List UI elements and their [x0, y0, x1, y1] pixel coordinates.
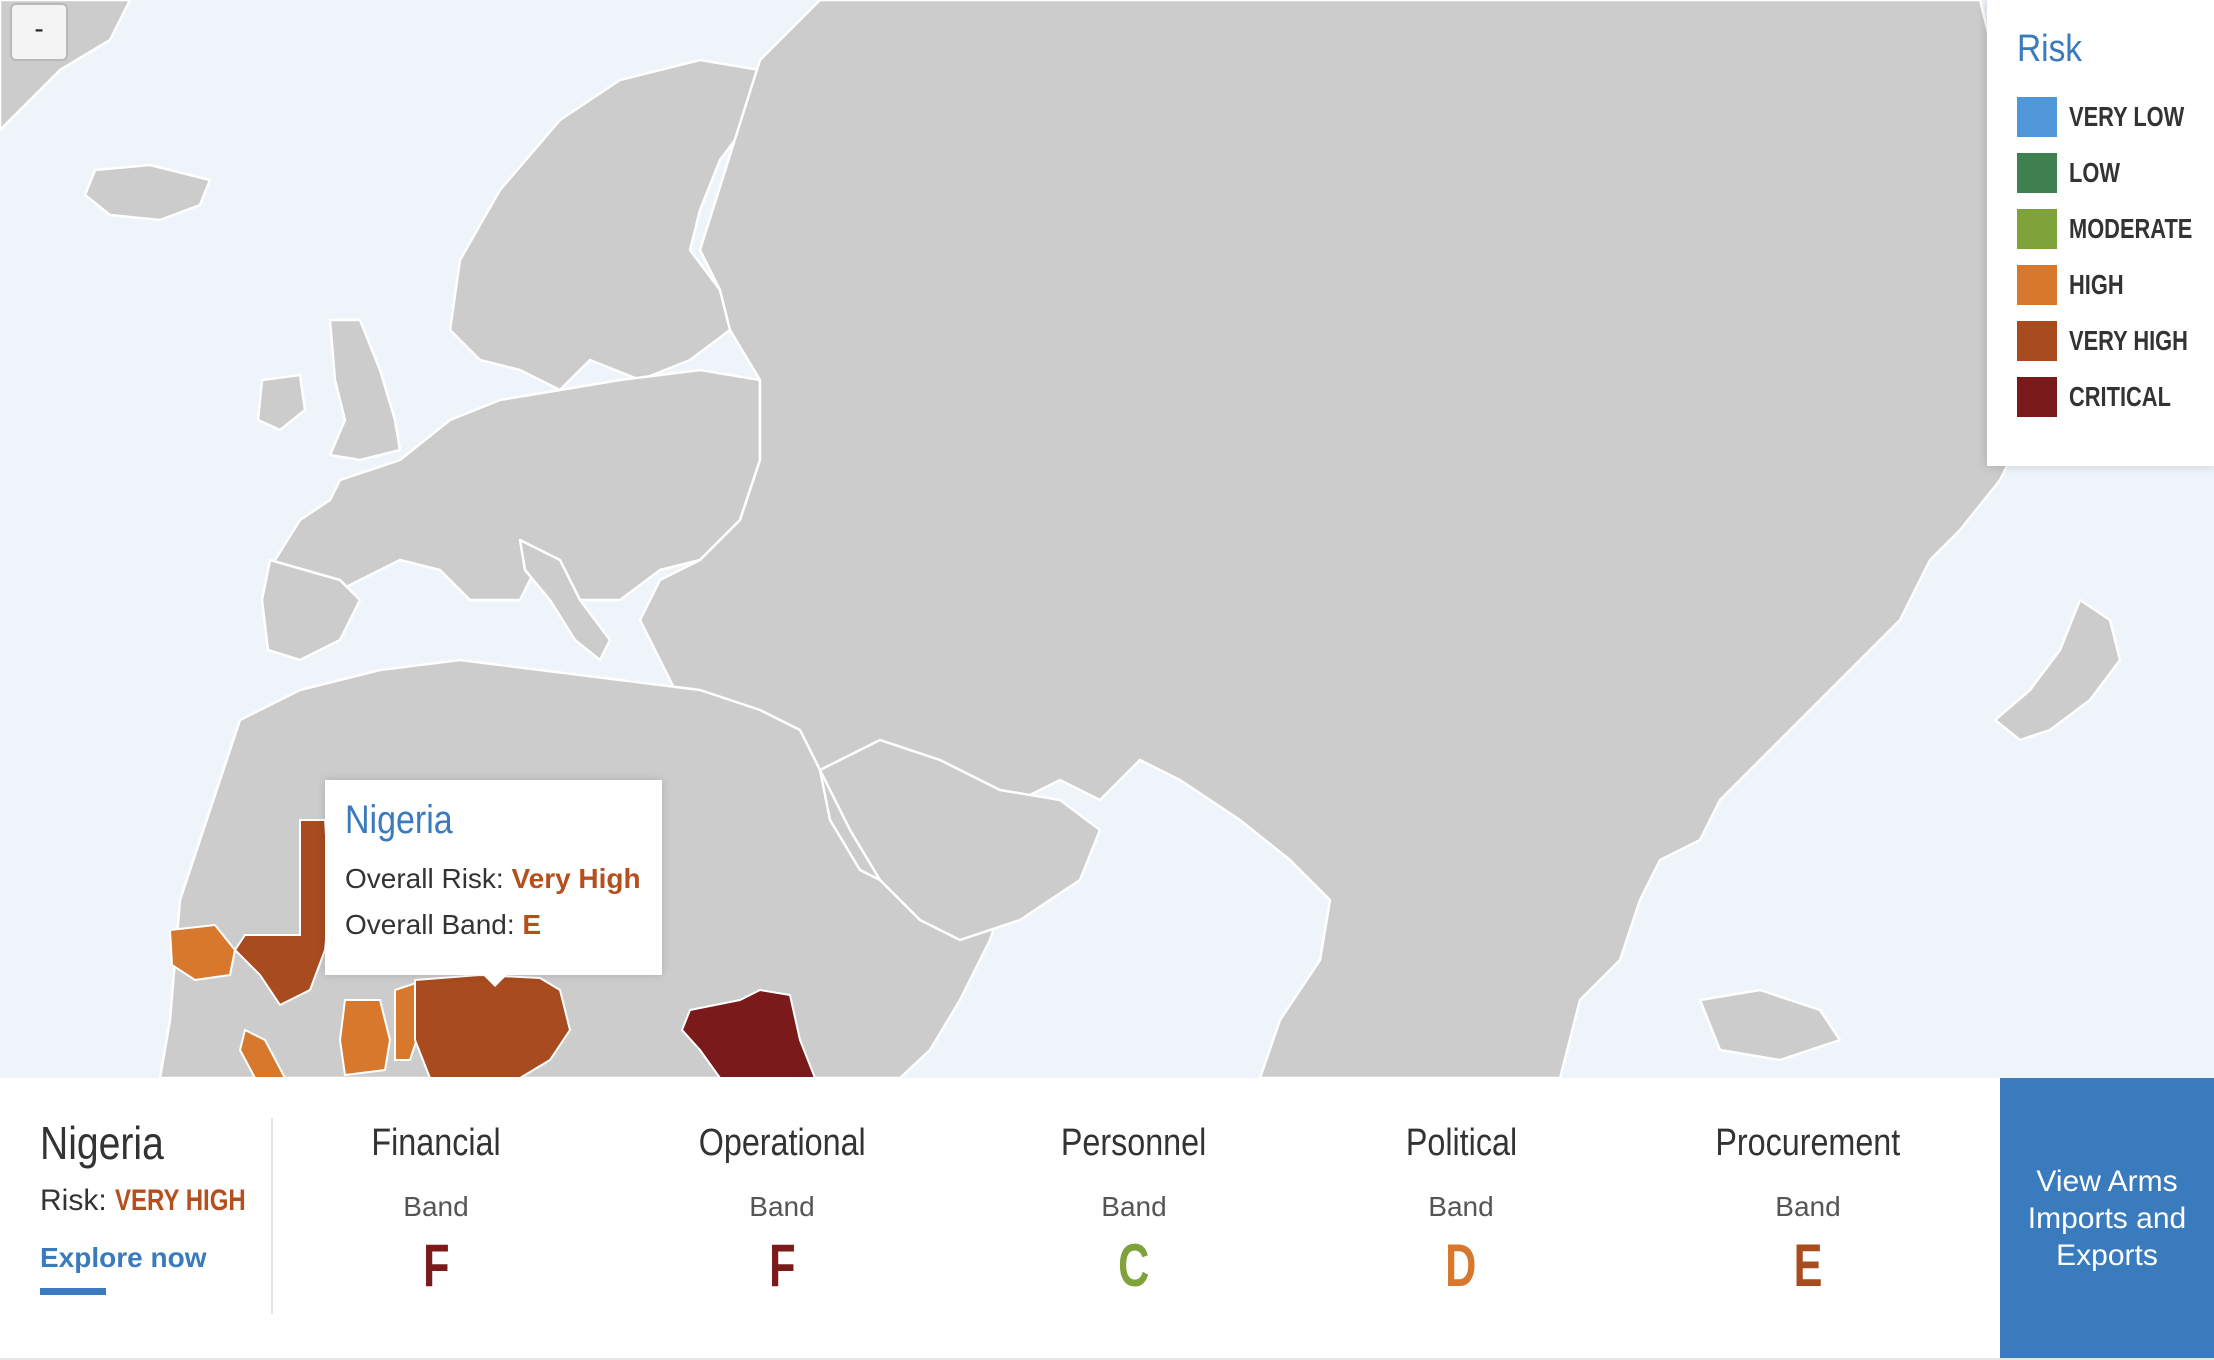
zoom-out-button[interactable]: -	[10, 3, 68, 61]
legend-label: LOW	[2069, 157, 2120, 188]
legend-swatch	[2017, 153, 2057, 193]
tooltip-risk-label: Overall Risk:	[345, 863, 504, 894]
category-procurement: Procurement Band E	[1658, 1122, 1958, 1300]
ghana[interactable]	[338, 999, 392, 1077]
category-band-label: Band	[1775, 1191, 1841, 1222]
ireland[interactable]	[256, 373, 307, 432]
legend-title: Risk	[2017, 28, 2083, 70]
tooltip-risk-row: Overall Risk: Very High	[345, 863, 662, 895]
tooltip-country: Nigeria	[345, 798, 453, 842]
category-name: Procurement	[1715, 1122, 1901, 1164]
great-britain[interactable]	[328, 318, 402, 462]
category-name: Operational	[698, 1122, 866, 1164]
japan[interactable]	[1993, 598, 2122, 742]
category-grade: E	[1793, 1232, 1823, 1299]
category-financial: Financial Band F	[286, 1122, 586, 1300]
legend-swatch	[2017, 209, 2057, 249]
category-band-label: Band	[749, 1191, 815, 1222]
legend-label: MODERATE	[2069, 213, 2193, 244]
category-band-label: Band	[403, 1191, 469, 1222]
view-arms-imports-exports-button[interactable]: View Arms Imports and Exports	[2000, 1078, 2214, 1358]
legend-swatch	[2017, 97, 2057, 137]
panel-risk-value: VERY HIGH	[115, 1184, 246, 1217]
legend-item-low: LOW	[2017, 145, 2214, 201]
legend-item-high: HIGH	[2017, 257, 2214, 313]
country-tooltip: Nigeria Overall Risk: Very High Overall …	[325, 780, 662, 987]
tooltip-band-row: Overall Band: E	[345, 909, 662, 941]
panel-risk: Risk: VERY HIGH	[40, 1184, 278, 1218]
country-summary: Nigeria Risk: VERY HIGH Explore now	[40, 1116, 278, 1295]
explore-underline	[40, 1288, 106, 1295]
legend-item-moderate: MODERATE	[2017, 201, 2214, 257]
panel-risk-label: Risk:	[40, 1184, 107, 1217]
category-grade: F	[422, 1232, 450, 1299]
category-grade: D	[1445, 1232, 1477, 1299]
panel-divider	[271, 1118, 273, 1314]
legend-label: CRITICAL	[2069, 381, 2171, 412]
iceland[interactable]	[83, 163, 212, 222]
indonesia[interactable]	[1698, 988, 1842, 1062]
category-political: Political Band D	[1311, 1122, 1611, 1300]
legend-label: VERY LOW	[2069, 101, 2185, 132]
legend-label: VERY HIGH	[2069, 325, 2188, 356]
legend-swatch	[2017, 265, 2057, 305]
explore-now-link[interactable]: Explore now	[40, 1242, 206, 1274]
category-grade: F	[768, 1232, 796, 1299]
tooltip-band-value: E	[522, 909, 542, 940]
category-personnel: Personnel Band C	[984, 1122, 1284, 1300]
risk-legend: Risk VERY LOW LOW MODERATE HIGH VERY HIG…	[1987, 0, 2214, 466]
legend-item-very-low: VERY LOW	[2017, 89, 2214, 145]
tooltip-band-label: Overall Band:	[345, 909, 515, 940]
tooltip-risk-value: Very High	[511, 863, 641, 894]
panel-country-name: Nigeria	[40, 1117, 164, 1169]
country-detail-panel: Nigeria Risk: VERY HIGH Explore now Fina…	[0, 1078, 2214, 1360]
legend-swatch	[2017, 321, 2057, 361]
legend-item-very-high: VERY HIGH	[2017, 313, 2214, 369]
nigeria[interactable]	[414, 973, 572, 1078]
category-name: Financial	[371, 1122, 501, 1164]
category-operational: Operational Band F	[632, 1122, 932, 1300]
category-band-label: Band	[1101, 1191, 1167, 1222]
category-grade: C	[1118, 1232, 1150, 1299]
category-name: Personnel	[1061, 1122, 1207, 1164]
map-area[interactable]: - Risk VERY LOW LOW MODERATE HIGH VERY H…	[0, 0, 2214, 1078]
legend-label: HIGH	[2069, 269, 2124, 300]
category-name: Political	[1405, 1122, 1517, 1164]
legend-swatch	[2017, 377, 2057, 417]
category-band-label: Band	[1428, 1191, 1494, 1222]
legend-item-critical: CRITICAL	[2017, 369, 2214, 425]
